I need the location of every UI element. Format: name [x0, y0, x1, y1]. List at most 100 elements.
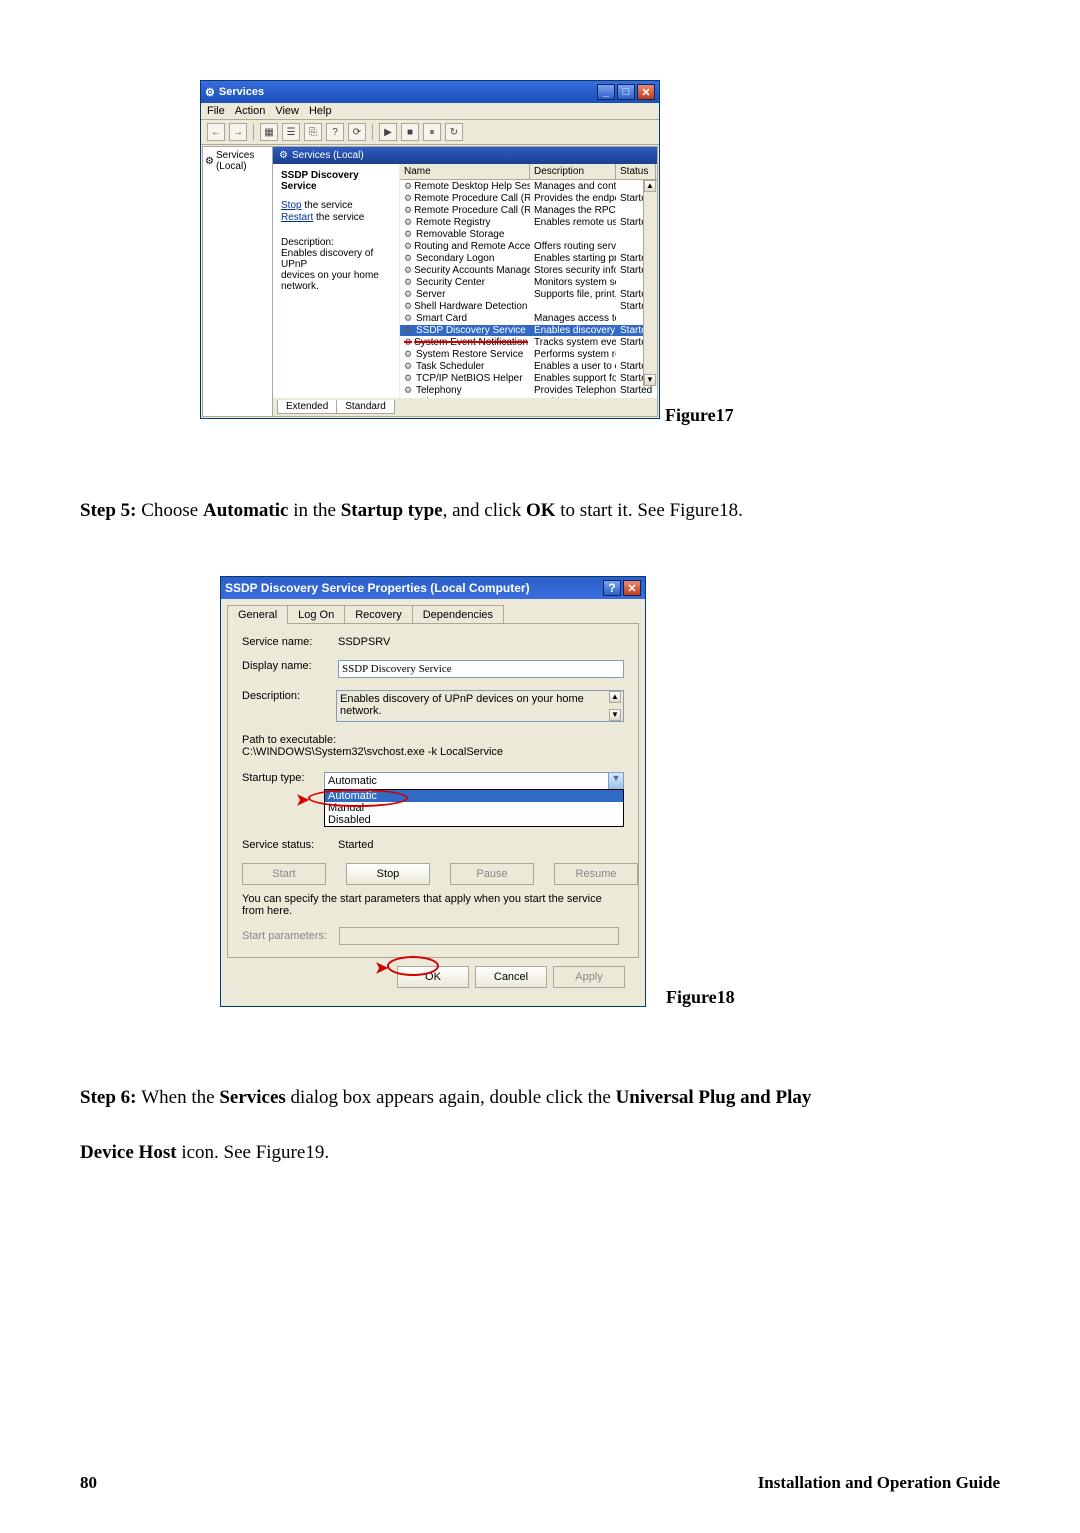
resume-button[interactable]: Resume: [554, 863, 638, 885]
bottom-tabs: ExtendedStandard: [273, 398, 657, 416]
display-name-label: Display name:: [242, 660, 338, 672]
start-service-icon[interactable]: ▶: [379, 123, 397, 141]
tab-logon[interactable]: Log On: [287, 605, 345, 624]
pause-button[interactable]: Pause: [450, 863, 534, 885]
tab-dependencies[interactable]: Dependencies: [412, 605, 504, 624]
service-row[interactable]: ⚙Security CenterMonitors system sec...: [400, 276, 657, 288]
start-parameters-input[interactable]: [339, 927, 619, 945]
dialog-title: SSDP Discovery Service Properties (Local…: [225, 581, 530, 595]
tree-services-local[interactable]: ⚙ Services (Local): [205, 150, 270, 172]
stop-link[interactable]: Stop: [281, 200, 302, 211]
path-label: Path to executable:: [242, 734, 624, 746]
service-row[interactable]: ⚙TCP/IP NetBIOS HelperEnables support fo…: [400, 372, 657, 384]
service-row[interactable]: ⚙Secondary LogonEnables starting pro...S…: [400, 252, 657, 264]
dialog-tabs: General Log On Recovery Dependencies: [227, 605, 639, 624]
page-footer: 80 Installation and Operation Guide: [80, 1473, 1000, 1493]
scroll-down-icon[interactable]: ▼: [609, 709, 621, 721]
gear-icon: ⚙: [404, 301, 412, 312]
service-name-value: SSDPSRV: [338, 636, 624, 648]
display-name-input[interactable]: [338, 660, 624, 678]
menu-file[interactable]: File: [207, 105, 225, 117]
page-number: 80: [80, 1473, 97, 1493]
gear-icon: ⚙: [404, 385, 414, 396]
scroll-up-icon[interactable]: ▲: [644, 180, 656, 192]
tab-extended[interactable]: Extended: [277, 400, 337, 414]
gear-icon: ⚙: [404, 205, 412, 216]
service-row[interactable]: ⚙System Event NotificationTracks system …: [400, 336, 657, 348]
col-name[interactable]: Name: [400, 164, 530, 179]
refresh-icon[interactable]: ⟳: [348, 123, 366, 141]
service-row[interactable]: ⚙TelnetEnables a remote us...: [400, 396, 657, 398]
detail-pane: SSDP Discovery Service Stop the service …: [273, 164, 399, 398]
service-row[interactable]: ⚙Shell Hardware DetectionStarted: [400, 300, 657, 312]
startup-type-combo[interactable]: Automatic ▼: [324, 772, 624, 790]
tab-general[interactable]: General: [227, 605, 288, 624]
parameters-note: You can specify the start parameters tha…: [242, 893, 624, 917]
maximize-button[interactable]: □: [617, 84, 635, 100]
help-button[interactable]: ?: [603, 580, 621, 596]
description-line: Enables discovery of UPnP: [281, 248, 395, 270]
figure18-label: Figure18: [666, 987, 1000, 1008]
step5-text: Step 5: Choose Automatic in the Startup …: [80, 496, 1000, 526]
service-row[interactable]: ⚙Remote Desktop Help Sessio...Manages an…: [400, 180, 657, 192]
export-icon[interactable]: ⎘: [304, 123, 322, 141]
service-row[interactable]: ⚙TelephonyProvides Telephony ...Started: [400, 384, 657, 396]
toolbar: ← → ▦ ☰ ⎘ ? ⟳ ▶ ■ ⏸ ↻: [201, 119, 659, 145]
service-row[interactable]: ⚙Routing and Remote AccessOffers routing…: [400, 240, 657, 252]
service-row[interactable]: ⚙Smart CardManages access to s...: [400, 312, 657, 324]
close-button[interactable]: ✕: [623, 580, 641, 596]
red-arrow-annotation: ➤: [375, 958, 388, 978]
start-button[interactable]: Start: [242, 863, 326, 885]
stop-button[interactable]: Stop: [346, 863, 430, 885]
gear-icon: ⚙: [205, 156, 214, 167]
scroll-down-icon[interactable]: ▼: [644, 374, 656, 386]
service-row[interactable]: ⚙System Restore ServicePerforms system r…: [400, 348, 657, 360]
menu-help[interactable]: Help: [309, 105, 332, 117]
help-icon[interactable]: ?: [326, 123, 344, 141]
pause-service-icon[interactable]: ⏸: [423, 123, 441, 141]
gear-icon: ⚙: [404, 229, 414, 240]
figure17-label: Figure17: [665, 405, 1000, 426]
close-button[interactable]: ✕: [637, 84, 655, 100]
minimize-button[interactable]: _: [597, 84, 615, 100]
cancel-button[interactable]: Cancel: [475, 966, 547, 988]
back-button[interactable]: ←: [207, 123, 225, 141]
tab-recovery[interactable]: Recovery: [344, 605, 412, 624]
col-description[interactable]: Description: [530, 164, 616, 179]
col-status[interactable]: Status: [616, 164, 656, 179]
service-row[interactable]: ⚙Security Accounts ManagerStores securit…: [400, 264, 657, 276]
service-status-value: Started: [338, 839, 624, 851]
gear-icon: ⚙: [404, 313, 414, 324]
service-row[interactable]: ⚙Task SchedulerEnables a user to co...St…: [400, 360, 657, 372]
service-row[interactable]: ⚙ServerSupports file, print, a...Started: [400, 288, 657, 300]
vertical-scrollbar[interactable]: ▲ ▼: [643, 180, 657, 386]
stop-service-icon[interactable]: ■: [401, 123, 419, 141]
chevron-down-icon[interactable]: ▼: [608, 773, 623, 789]
description-box[interactable]: Enables discovery of UPnP devices on you…: [336, 690, 624, 722]
toolbar-icon[interactable]: ▦: [260, 123, 278, 141]
properties-icon[interactable]: ☰: [282, 123, 300, 141]
service-row[interactable]: ⚙SSDP Discovery ServiceEnables discovery…: [400, 324, 657, 336]
services-icon: ⚙: [205, 86, 215, 99]
gear-icon: ⚙: [404, 361, 414, 372]
tab-standard[interactable]: Standard: [336, 400, 395, 414]
start-parameters-label: Start parameters:: [242, 930, 327, 942]
restart-service-icon[interactable]: ↻: [445, 123, 463, 141]
startup-type-label: Startup type:: [242, 772, 324, 784]
footer-title: Installation and Operation Guide: [758, 1473, 1000, 1493]
service-row[interactable]: ⚙Removable Storage: [400, 228, 657, 240]
red-arrow-annotation: ➤: [296, 790, 309, 810]
service-row[interactable]: ⚙Remote Procedure Call (RPC)...Manages t…: [400, 204, 657, 216]
description-line: devices on your home network.: [281, 270, 395, 292]
service-row[interactable]: ⚙Remote RegistryEnables remote user...St…: [400, 216, 657, 228]
scroll-up-icon[interactable]: ▲: [609, 691, 621, 703]
option-disabled[interactable]: Disabled: [325, 814, 623, 826]
figure18-container: SSDP Discovery Service Properties (Local…: [220, 576, 1000, 1008]
restart-link[interactable]: Restart: [281, 212, 313, 223]
menu-view[interactable]: View: [275, 105, 299, 117]
forward-button[interactable]: →: [229, 123, 247, 141]
service-row[interactable]: ⚙Remote Procedure Call (RPC)Provides the…: [400, 192, 657, 204]
service-list: Name Description Status ⚙Remote Desktop …: [399, 164, 657, 398]
menu-action[interactable]: Action: [235, 105, 266, 117]
apply-button[interactable]: Apply: [553, 966, 625, 988]
